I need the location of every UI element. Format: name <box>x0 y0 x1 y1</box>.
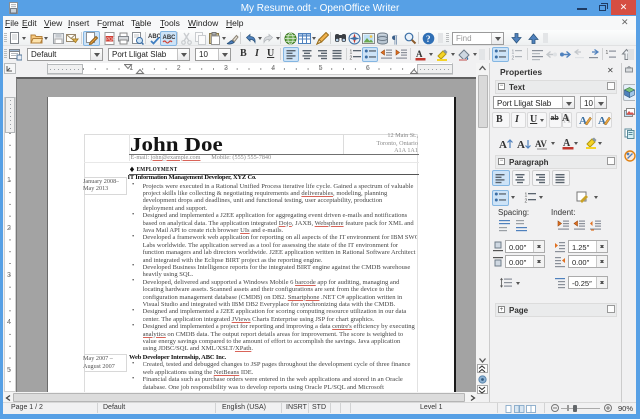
svg-text:AV: AV <box>535 139 547 149</box>
svg-text:PDF: PDF <box>106 36 115 41</box>
svg-text:A: A <box>499 139 507 150</box>
svg-text:A: A <box>579 115 587 127</box>
svg-text:1: 1 <box>606 50 609 56</box>
svg-text:A: A <box>517 139 525 150</box>
svg-text:ABC: ABC <box>163 35 176 41</box>
svg-text:A: A <box>598 115 606 127</box>
svg-text:2: 2 <box>525 199 528 205</box>
svg-text:¶: ¶ <box>392 32 398 45</box>
svg-text:2: 2 <box>350 56 353 62</box>
svg-text:?: ? <box>426 34 431 44</box>
svg-text:A: A <box>416 49 423 59</box>
svg-text:2: 2 <box>512 56 515 62</box>
